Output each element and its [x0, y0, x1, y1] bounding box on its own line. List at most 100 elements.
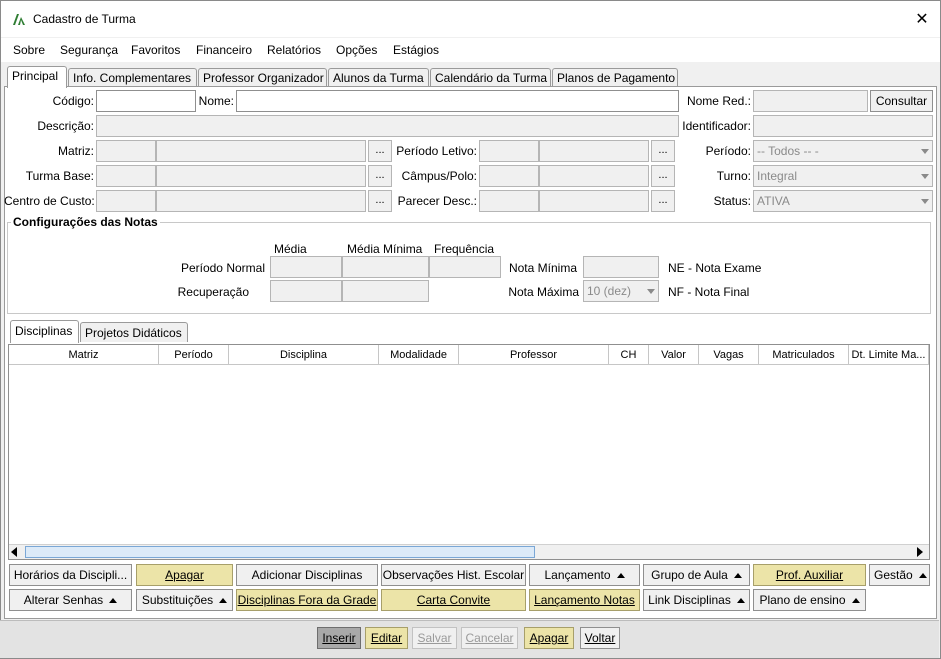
- lancamento-dropdown-button[interactable]: Lançamento: [529, 564, 640, 586]
- menu-estagios[interactable]: Estágios: [393, 43, 439, 57]
- status-label: Status:: [713, 194, 751, 208]
- periodo-normal-label: Período Normal: [180, 261, 265, 275]
- voltar-button[interactable]: Voltar: [580, 627, 620, 649]
- media-minima-normal-input[interactable]: [342, 256, 429, 278]
- apagar-disciplina-button[interactable]: Apagar: [136, 564, 233, 586]
- title-bar: Cadastro de Turma ✕: [1, 1, 940, 37]
- periodo-select[interactable]: -- Todos -- -: [753, 140, 933, 162]
- inserir-button[interactable]: Inserir: [317, 627, 361, 649]
- adicionar-disciplinas-button[interactable]: Adicionar Disciplinas: [236, 564, 378, 586]
- column-header[interactable]: Dt. Limite Ma...: [849, 345, 929, 365]
- menu-seguranca[interactable]: Segurança: [60, 43, 118, 57]
- identificador-label: Identificador:: [682, 119, 751, 133]
- disciplinas-fora-grade-label: Disciplinas Fora da Grade: [237, 593, 377, 607]
- tab-projetos-didaticos[interactable]: Projetos Didáticos: [80, 322, 188, 342]
- menu-relatorios[interactable]: Relatórios: [267, 43, 321, 57]
- scroll-thumb[interactable]: [25, 546, 535, 558]
- column-header[interactable]: Professor: [459, 345, 609, 365]
- matriz-code-input[interactable]: [96, 140, 156, 162]
- media-minima-recuperacao-input[interactable]: [342, 280, 429, 302]
- column-header[interactable]: CH: [609, 345, 649, 365]
- menu-favoritos[interactable]: Favoritos: [131, 43, 180, 57]
- salvar-label: Salvar: [417, 631, 452, 645]
- salvar-button[interactable]: Salvar: [412, 627, 457, 649]
- periodo-letivo-code-input[interactable]: [479, 140, 539, 162]
- tab-calendario-da-turma[interactable]: Calendário da Turma: [430, 68, 551, 87]
- column-header[interactable]: Matriculados: [759, 345, 849, 365]
- link-disciplinas-button[interactable]: Link Disciplinas: [643, 589, 750, 611]
- gestao-button[interactable]: Gestão: [869, 564, 930, 586]
- tab-alunos-da-turma[interactable]: Alunos da Turma: [328, 68, 429, 87]
- consultar-button[interactable]: Consultar: [870, 90, 933, 112]
- column-header[interactable]: Matriz: [9, 345, 159, 365]
- scroll-right-icon[interactable]: [917, 547, 923, 557]
- nome-red-input[interactable]: [753, 90, 868, 112]
- close-button[interactable]: ✕: [907, 6, 937, 32]
- turma-base-code-input[interactable]: [96, 165, 156, 187]
- grupo-de-aula-button[interactable]: Grupo de Aula: [643, 564, 750, 586]
- tab-planos-de-pagamento[interactable]: Planos de Pagamento: [552, 68, 678, 87]
- tab-info-complementares[interactable]: Info. Complementares: [68, 68, 197, 87]
- col-media-minima-label: Média Mínima: [347, 242, 423, 256]
- plano-de-ensino-button[interactable]: Plano de ensino: [753, 589, 866, 611]
- status-select[interactable]: ATIVA: [753, 190, 933, 212]
- horizontal-scrollbar[interactable]: [9, 544, 929, 559]
- centro-custo-lookup-button[interactable]: ...: [368, 190, 392, 212]
- notas-group-title: Configurações das Notas: [11, 215, 160, 229]
- disciplinas-fora-grade-button[interactable]: Disciplinas Fora da Grade: [236, 589, 378, 611]
- frequencia-input[interactable]: [429, 256, 501, 278]
- horarios-disciplina-button[interactable]: Horários da Discipli...: [9, 564, 132, 586]
- tab-disciplinas[interactable]: Disciplinas: [10, 320, 79, 343]
- prof-auxiliar-button[interactable]: Prof. Auxiliar: [753, 564, 866, 586]
- centro-custo-code-input[interactable]: [96, 190, 156, 212]
- periodo-letivo-lookup-button[interactable]: ...: [651, 140, 675, 162]
- scroll-left-icon[interactable]: [11, 547, 17, 557]
- descricao-input[interactable]: [96, 115, 679, 137]
- campus-code-input[interactable]: [479, 165, 539, 187]
- centro-custo-desc-input[interactable]: [156, 190, 366, 212]
- substituicoes-button[interactable]: Substituições: [136, 589, 233, 611]
- turma-base-desc-input[interactable]: [156, 165, 366, 187]
- matriz-desc-input[interactable]: [156, 140, 366, 162]
- menu-financeiro[interactable]: Financeiro: [196, 43, 252, 57]
- disciplinas-table[interactable]: Matriz Período Disciplina Modalidade Pro…: [8, 344, 930, 560]
- media-normal-input[interactable]: [270, 256, 342, 278]
- nota-minima-label: Nota Mínima: [508, 261, 577, 275]
- alterar-senhas-button[interactable]: Alterar Senhas: [9, 589, 132, 611]
- column-header[interactable]: Valor: [649, 345, 699, 365]
- nf-legend: NF - Nota Final: [668, 285, 750, 299]
- tab-professor-organizador[interactable]: Professor Organizador: [198, 68, 327, 87]
- matriz-lookup-button[interactable]: ...: [368, 140, 392, 162]
- cancelar-button[interactable]: Cancelar: [461, 627, 518, 649]
- caret-up-icon: [219, 598, 228, 603]
- column-header[interactable]: Vagas: [699, 345, 759, 365]
- nota-maxima-select[interactable]: 10 (dez): [583, 280, 659, 302]
- parecer-code-input[interactable]: [479, 190, 539, 212]
- parecer-lookup-button[interactable]: ...: [651, 190, 675, 212]
- matriz-label: Matriz:: [58, 144, 94, 158]
- carta-convite-button[interactable]: Carta Convite: [381, 589, 526, 611]
- column-header[interactable]: Disciplina: [229, 345, 379, 365]
- editar-button[interactable]: Editar: [365, 627, 408, 649]
- observacoes-hist-button[interactable]: Observações Hist. Escolar: [381, 564, 526, 586]
- column-header[interactable]: Modalidade: [379, 345, 459, 365]
- codigo-input[interactable]: [96, 90, 196, 112]
- tab-principal[interactable]: Principal: [7, 66, 67, 88]
- menu-sobre[interactable]: Sobre: [13, 43, 45, 57]
- caret-up-icon: [918, 573, 927, 578]
- menu-opcoes[interactable]: Opções: [336, 43, 377, 57]
- turma-base-lookup-button[interactable]: ...: [368, 165, 392, 187]
- nota-minima-input[interactable]: [583, 256, 659, 278]
- parecer-desc-input[interactable]: [539, 190, 649, 212]
- campus-desc-input[interactable]: [539, 165, 649, 187]
- app-logo-icon: [13, 14, 25, 25]
- media-recuperacao-input[interactable]: [270, 280, 342, 302]
- lancamento-notas-button[interactable]: Lançamento Notas: [529, 589, 640, 611]
- periodo-letivo-desc-input[interactable]: [539, 140, 649, 162]
- nome-input[interactable]: [236, 90, 679, 112]
- identificador-input[interactable]: [753, 115, 933, 137]
- turno-select[interactable]: Integral: [753, 165, 933, 187]
- campus-lookup-button[interactable]: ...: [651, 165, 675, 187]
- apagar-button[interactable]: Apagar: [524, 627, 574, 649]
- column-header[interactable]: Período: [159, 345, 229, 365]
